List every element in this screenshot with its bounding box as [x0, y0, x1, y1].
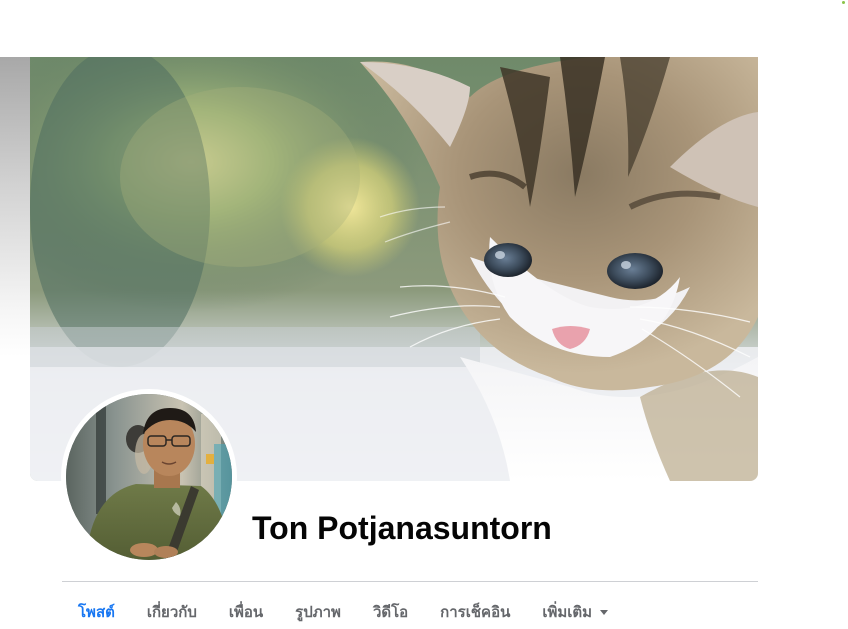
tab-more[interactable]: เพิ่มเติม [526, 582, 624, 629]
tab-friends[interactable]: เพื่อน [213, 582, 279, 629]
avatar[interactable] [66, 394, 232, 560]
avatar-image [66, 394, 232, 560]
tab-about-label: เกี่ยวกับ [146, 603, 197, 621]
tab-videos[interactable]: วิดีโอ [357, 582, 424, 629]
profile-name: Ton Potjanasuntorn [252, 510, 552, 546]
profile-page: Ton Potjanasuntorn โพสต์ เกี่ยวกับ เพื่อ… [0, 0, 848, 629]
tab-about[interactable]: เกี่ยวกับ [131, 582, 213, 629]
caret-down-icon [600, 610, 609, 615]
tab-videos-label: วิดีโอ [372, 603, 409, 621]
status-dot [842, 1, 845, 4]
tab-posts-label: โพสต์ [78, 603, 115, 621]
profile-tabs: โพสต์ เกี่ยวกับ เพื่อน รูปภาพ วิดีโอ การ… [62, 582, 624, 629]
tab-checkins[interactable]: การเช็คอิน [424, 582, 526, 629]
tab-posts[interactable]: โพสต์ [62, 582, 131, 629]
tab-friends-label: เพื่อน [228, 603, 264, 621]
tab-photos[interactable]: รูปภาพ [279, 582, 357, 629]
tab-checkins-label: การเช็คอิน [440, 603, 511, 621]
tab-photos-label: รูปภาพ [295, 603, 341, 621]
left-shadow [0, 57, 30, 357]
tab-more-label: เพิ่มเติม [542, 603, 593, 621]
